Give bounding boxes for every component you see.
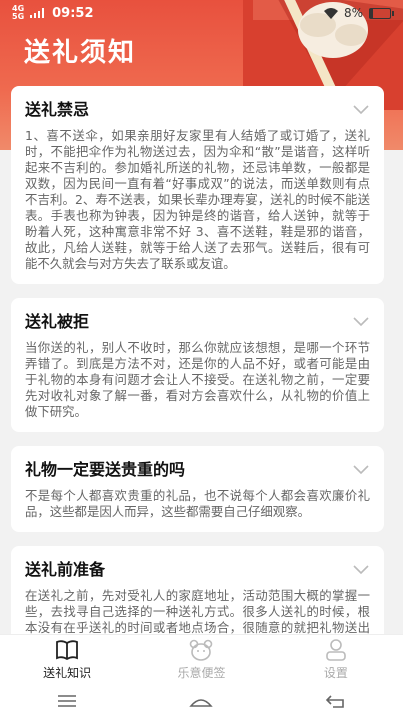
article-card[interactable]: 礼物一定要送贵重的吗 不是每个人都喜欢贵重的礼品，也不说每个人都会喜欢廉价礼品，…: [11, 446, 384, 532]
chevron-down-icon[interactable]: [352, 460, 370, 478]
tab-settings[interactable]: 设置: [269, 635, 403, 684]
home-icon[interactable]: [188, 692, 214, 710]
article-card[interactable]: 送礼被拒 当你送的礼，别人不收时，那么你就应该想想，是哪一个环节弄错了。到底是方…: [11, 298, 384, 432]
card-title: 送礼禁忌: [25, 100, 90, 119]
tab-notes[interactable]: 乐意便签: [134, 635, 268, 684]
bottom-tab-bar: 送礼知识 乐意便签 设置: [0, 634, 403, 684]
article-list[interactable]: 送礼禁忌 1、喜不送伞，如果亲朋好友家里有人结婚了或订婚了，送礼时，不能把伞作为…: [11, 86, 384, 634]
signal-bars-icon: [30, 8, 45, 18]
chevron-down-icon[interactable]: [352, 100, 370, 118]
tab-label: 送礼知识: [43, 665, 92, 680]
card-title: 送礼前准备: [25, 560, 106, 579]
article-card[interactable]: 送礼禁忌 1、喜不送伞，如果亲朋好友家里有人结婚了或订婚了，送礼时，不能把伞作为…: [11, 86, 384, 284]
card-body: 在送礼之前，先对受礼人的家庭地址，活动范围大概的掌握一些，去找寻自己选择的一种送…: [25, 588, 370, 634]
tab-label: 乐意便签: [177, 665, 226, 680]
status-bar: 4G 5G 09:52 8%: [0, 0, 403, 26]
card-title: 送礼被拒: [25, 312, 90, 331]
battery-icon: [369, 7, 394, 19]
card-body: 当你送的礼，别人不收时，那么你就应该想想，是哪一个环节弄错了。到底是方法不对，还…: [25, 340, 370, 419]
back-icon[interactable]: [323, 692, 349, 710]
tab-label: 设置: [323, 665, 348, 680]
card-body: 不是每个人都喜欢贵重的礼品，也不说每个人都会喜欢廉价礼品，这些都是因人而异，这些…: [25, 488, 370, 519]
chevron-down-icon[interactable]: [352, 312, 370, 330]
book-icon: [56, 639, 79, 660]
battery-percent: 8%: [343, 6, 363, 20]
card-title: 礼物一定要送贵重的吗: [25, 460, 186, 479]
tab-gift-knowledge[interactable]: 送礼知识: [0, 635, 134, 684]
article-card[interactable]: 送礼前准备 在送礼之前，先对受礼人的家庭地址，活动范围大概的掌握一些，去找寻自己…: [11, 546, 384, 634]
clock: 09:52: [52, 5, 94, 21]
chevron-down-icon[interactable]: [352, 560, 370, 578]
bear-icon: [190, 639, 213, 661]
user-icon: [326, 638, 346, 661]
signal-5g-label: 5G: [12, 12, 25, 21]
menu-icon[interactable]: [54, 692, 80, 710]
page-title: 送礼须知: [24, 38, 137, 68]
wifi-icon: [323, 7, 338, 19]
system-nav-bar: [0, 684, 403, 718]
card-body: 1、喜不送伞，如果亲朋好友家里有人结婚了或订婚了，送礼时，不能把伞作为礼物送过去…: [25, 128, 370, 271]
